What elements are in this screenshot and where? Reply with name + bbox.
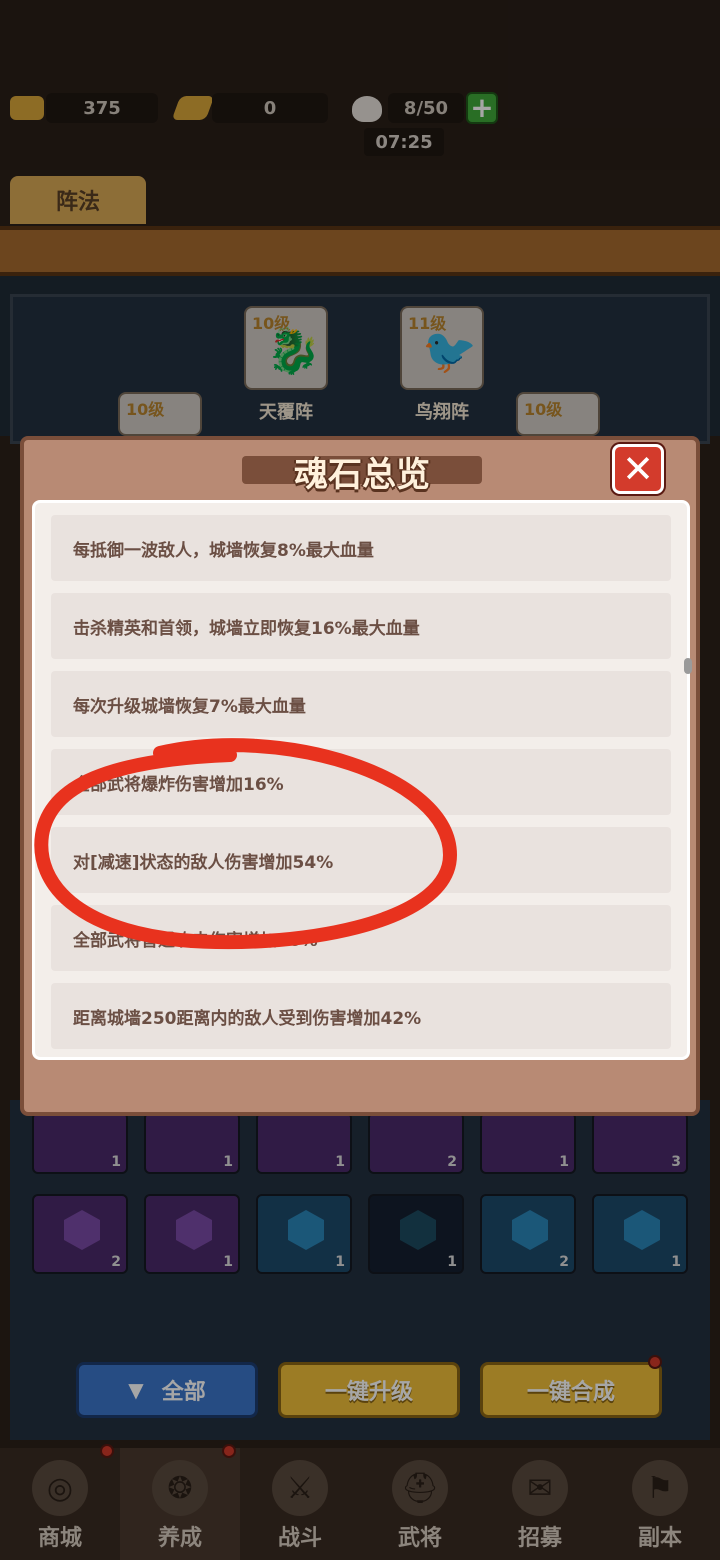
- modal-title: 魂石总览: [294, 454, 430, 495]
- list-item: 每抵御一波敌人，城墙恢复8%最大血量: [51, 515, 671, 581]
- close-icon: ✕: [622, 447, 654, 491]
- close-button[interactable]: ✕: [612, 444, 664, 494]
- list-item: 每次升级城墙恢复7%最大血量: [51, 671, 671, 737]
- list-item: 距离城墙250距离内的敌人受到伤害增加42%: [51, 983, 671, 1049]
- scrollbar-thumb[interactable]: [684, 658, 692, 674]
- annotation-circle: [34, 738, 458, 950]
- list-item: 击杀精英和首领，城墙立即恢复16%最大血量: [51, 593, 671, 659]
